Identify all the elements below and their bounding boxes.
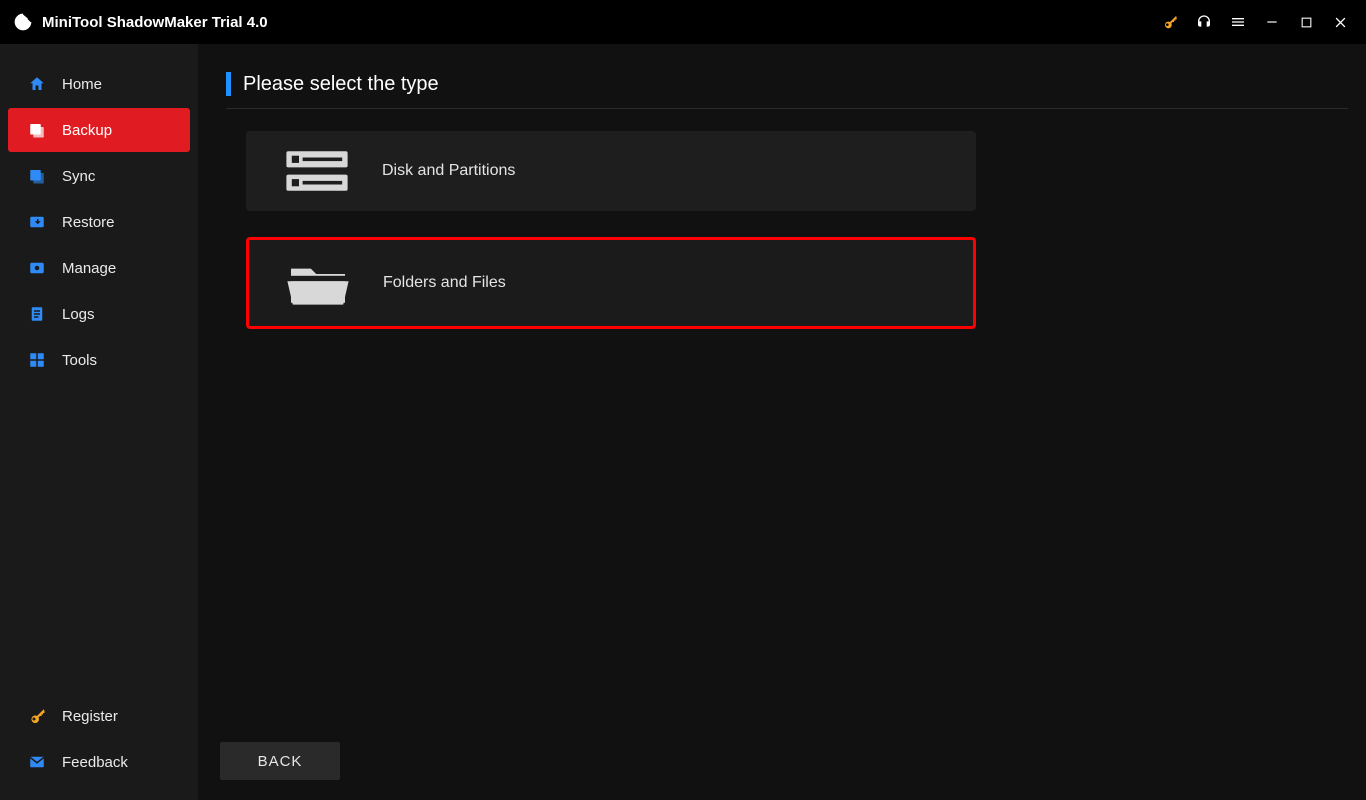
sidebar-item-tools[interactable]: Tools <box>8 338 190 382</box>
restore-icon <box>26 211 48 233</box>
option-folders-files[interactable]: Folders and Files <box>246 237 976 329</box>
sidebar-item-feedback[interactable]: Feedback <box>8 740 190 784</box>
manage-icon <box>26 257 48 279</box>
mail-icon <box>26 751 48 773</box>
option-label: Folders and Files <box>383 274 506 292</box>
maximize-icon[interactable] <box>1292 8 1320 36</box>
close-icon[interactable] <box>1326 8 1354 36</box>
sidebar-item-home[interactable]: Home <box>8 62 190 106</box>
sidebar-item-label: Feedback <box>62 754 128 771</box>
sidebar-item-label: Restore <box>62 214 115 231</box>
sidebar-item-label: Logs <box>62 306 95 323</box>
sidebar-item-sync[interactable]: Sync <box>8 154 190 198</box>
titlebar: MiniTool ShadowMaker Trial 4.0 <box>0 0 1366 44</box>
app-window: MiniTool ShadowMaker Trial 4.0 <box>0 0 1366 800</box>
sidebar-item-label: Sync <box>62 168 95 185</box>
minimize-icon[interactable] <box>1258 8 1286 36</box>
sidebar-item-label: Manage <box>62 260 116 277</box>
sidebar-item-label: Tools <box>62 352 97 369</box>
sidebar: Home Backup Sync <box>0 44 198 800</box>
app-logo-icon <box>12 11 34 33</box>
key-icon <box>26 705 48 727</box>
disk-icon <box>280 143 354 199</box>
tools-icon <box>26 349 48 371</box>
sidebar-item-manage[interactable]: Manage <box>8 246 190 290</box>
logs-icon <box>26 303 48 325</box>
sidebar-item-label: Backup <box>62 122 112 139</box>
sync-icon <box>26 165 48 187</box>
page-heading: Please select the type <box>226 72 1348 109</box>
home-icon <box>26 73 48 95</box>
folder-icon <box>281 255 355 311</box>
body: Home Backup Sync <box>0 44 1366 800</box>
key-icon[interactable] <box>1156 8 1184 36</box>
app-title: MiniTool ShadowMaker Trial 4.0 <box>42 14 268 31</box>
sidebar-item-logs[interactable]: Logs <box>8 292 190 336</box>
sidebar-item-label: Home <box>62 76 102 93</box>
menu-icon[interactable] <box>1224 8 1252 36</box>
option-label: Disk and Partitions <box>382 162 515 180</box>
type-options: Disk and Partitions Folders and Files <box>246 131 976 329</box>
headset-icon[interactable] <box>1190 8 1218 36</box>
option-disk-partitions[interactable]: Disk and Partitions <box>246 131 976 211</box>
heading-accent <box>226 72 231 96</box>
back-button[interactable]: BACK <box>220 742 340 780</box>
backup-icon <box>26 119 48 141</box>
main-content: Please select the type Disk <box>198 44 1366 800</box>
sidebar-item-backup[interactable]: Backup <box>8 108 190 152</box>
heading-text: Please select the type <box>243 73 439 96</box>
footer: BACK <box>216 742 1348 800</box>
sidebar-item-restore[interactable]: Restore <box>8 200 190 244</box>
sidebar-item-label: Register <box>62 708 118 725</box>
sidebar-item-register[interactable]: Register <box>8 694 190 738</box>
